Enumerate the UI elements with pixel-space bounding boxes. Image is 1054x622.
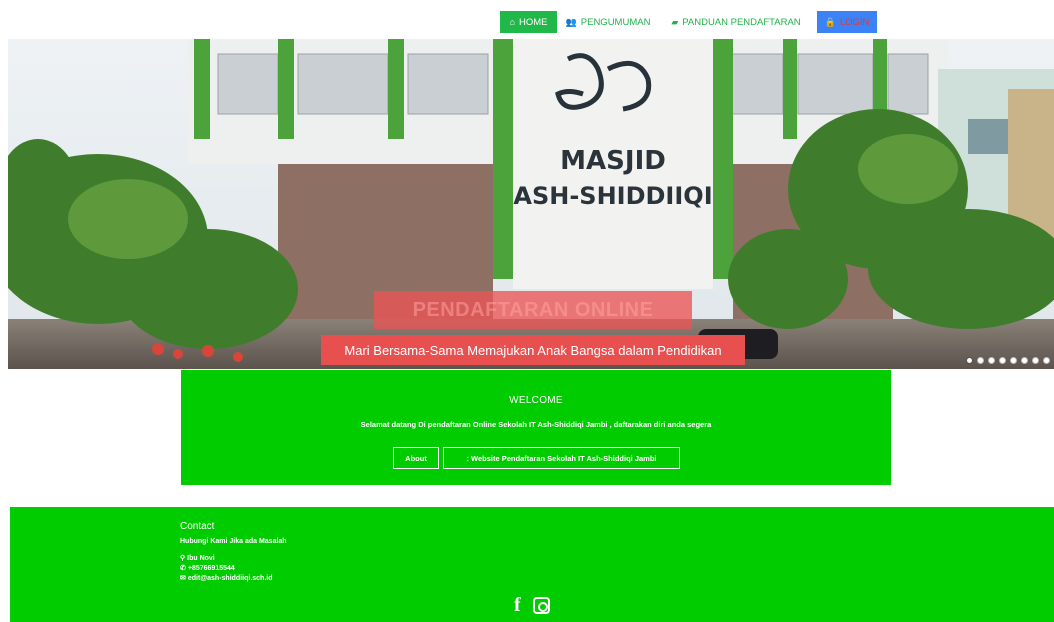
home-icon: ⌂	[509, 17, 515, 27]
nav-panduan-label: PANDUAN PENDAFTARAN	[682, 16, 801, 28]
location-icon: ⚲	[180, 555, 186, 562]
slider-dot[interactable]	[966, 357, 973, 364]
instagram-icon[interactable]	[532, 596, 550, 614]
about-button[interactable]: About	[393, 447, 439, 469]
email-icon: ✉	[180, 575, 186, 582]
welcome-title: WELCOME	[509, 395, 563, 406]
slider-dot[interactable]	[977, 357, 984, 364]
welcome-text: Selamat datang Di pendaftaran Online Sek…	[360, 420, 712, 429]
nav-home-label: HOME	[518, 16, 548, 28]
users-icon: 👥	[565, 16, 577, 27]
social-links: f	[514, 595, 550, 615]
website-info-button[interactable]: : Website Pendaftaran Sekolah IT Ash-Shi…	[443, 447, 680, 469]
nav-login-label: LOGIN	[839, 16, 870, 28]
nav-home[interactable]: ⌂ HOME	[500, 11, 557, 33]
book-icon: ▰	[671, 16, 679, 27]
slider-dot[interactable]	[988, 357, 995, 364]
footer-name-text: Ibu Novi	[187, 554, 215, 562]
slider-dot[interactable]	[999, 357, 1006, 364]
footer-email-text: edit@ash-shiddiiqi.sch.id	[187, 574, 273, 582]
slider-dot[interactable]	[1043, 357, 1050, 364]
lock-icon: 🔒	[824, 16, 836, 27]
nav-login[interactable]: 🔒 LOGIN	[817, 11, 877, 33]
facebook-icon[interactable]: f	[514, 595, 521, 615]
footer-phone: ✆ +85766915544	[180, 564, 235, 573]
top-nav: ⌂ HOME 👥 PENGUMUMAN ▰ PANDUAN PENDAFTARA…	[500, 11, 877, 33]
footer-contact-heading: Contact	[180, 521, 215, 532]
hero-slider[interactable]: MASJID ASH-SHIDDIIQI PENDAFTARAN ONLINE …	[8, 39, 1054, 369]
nav-pengumuman[interactable]: 👥 PENGUMUMAN	[559, 11, 657, 33]
welcome-section: WELCOME Selamat datang Di pendaftaran On…	[181, 370, 891, 485]
hero-subtitle: Mari Bersama-Sama Memajukan Anak Bangsa …	[321, 335, 745, 365]
slider-dots	[966, 357, 1050, 364]
building-sign-line2: ASH-SHIDDIIQI	[513, 182, 712, 210]
slider-dot[interactable]	[1021, 357, 1028, 364]
slider-dot[interactable]	[1010, 357, 1017, 364]
footer-phone-text: +85766915544	[187, 564, 235, 572]
footer-name: ⚲ Ibu Novi	[180, 554, 215, 563]
footer-email[interactable]: ✉ edit@ash-shiddiiqi.sch.id	[180, 574, 273, 583]
building-sign-line1: MASJID	[560, 146, 666, 176]
nav-pengumuman-label: PENGUMUMAN	[580, 16, 651, 28]
slider-dot[interactable]	[1032, 357, 1039, 364]
footer-help-text: Hubungi Kami Jika ada Masalah	[180, 538, 287, 545]
nav-panduan[interactable]: ▰ PANDUAN PENDAFTARAN	[663, 11, 809, 33]
phone-icon: ✆	[180, 565, 186, 572]
footer: Contact Hubungi Kami Jika ada Masalah ⚲ …	[10, 507, 1054, 622]
hero-title[interactable]: PENDAFTARAN ONLINE	[374, 291, 692, 329]
